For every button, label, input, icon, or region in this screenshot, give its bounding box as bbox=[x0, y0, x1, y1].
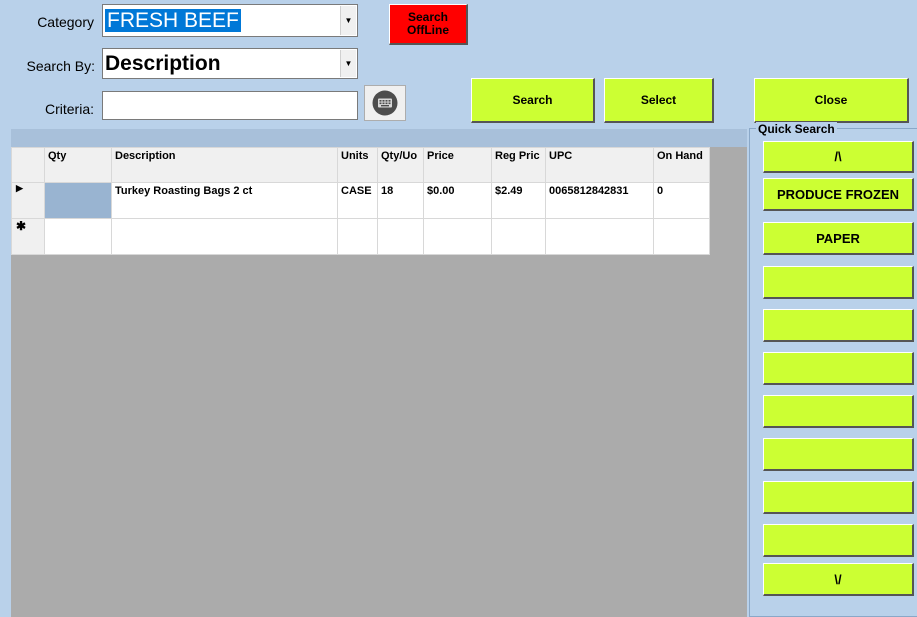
new-row-cell[interactable] bbox=[423, 218, 492, 255]
quick-search-button-empty[interactable] bbox=[763, 352, 914, 385]
column-header-upc[interactable]: UPC bbox=[545, 147, 654, 183]
new-row-cell[interactable] bbox=[44, 218, 112, 255]
quick-search-button-produce-frozen[interactable]: PRODUCE FROZEN bbox=[763, 178, 914, 211]
qty-cell[interactable] bbox=[44, 182, 112, 219]
new-row-cell[interactable] bbox=[491, 218, 546, 255]
reg-price-cell[interactable]: $2.49 bbox=[491, 182, 546, 219]
search-by-value: Description bbox=[105, 51, 221, 75]
column-header-price[interactable]: Price bbox=[423, 147, 492, 183]
column-header-on-hand[interactable]: On Hand bbox=[653, 147, 710, 183]
close-button[interactable]: Close bbox=[754, 78, 909, 123]
column-header-units[interactable]: Units bbox=[337, 147, 378, 183]
search-by-label: Search By: bbox=[26, 58, 95, 74]
quick-search-button-empty[interactable] bbox=[763, 481, 914, 514]
quick-search-button-empty[interactable] bbox=[763, 266, 914, 299]
criteria-input[interactable] bbox=[102, 91, 358, 120]
category-value: FRESH BEEF bbox=[105, 8, 241, 32]
results-grid[interactable]: Qty Description Units Qty/Uo Price Reg P… bbox=[11, 129, 747, 617]
category-dropdown[interactable]: FRESH BEEF ▼ bbox=[102, 4, 358, 37]
chevron-down-icon[interactable]: ▼ bbox=[340, 6, 356, 35]
price-cell[interactable]: $0.00 bbox=[423, 182, 492, 219]
upc-cell[interactable]: 0065812842831 bbox=[545, 182, 654, 219]
row-header-corner bbox=[11, 147, 45, 183]
new-row-cell[interactable] bbox=[111, 218, 338, 255]
quick-search-down-button[interactable]: \/ bbox=[763, 563, 914, 596]
quick-search-up-button[interactable]: /\ bbox=[763, 141, 914, 173]
new-row-indicator-icon[interactable]: ✱ bbox=[11, 218, 45, 255]
select-button[interactable]: Select bbox=[604, 78, 714, 123]
results-table[interactable]: Qty Description Units Qty/Uo Price Reg P… bbox=[11, 147, 710, 255]
new-row-cell[interactable] bbox=[653, 218, 710, 255]
quick-search-button-paper[interactable]: PAPER bbox=[763, 222, 914, 255]
table-row[interactable]: ▶ Turkey Roasting Bags 2 ct CASE 18 $0.0… bbox=[11, 182, 710, 219]
column-header-reg-price[interactable]: Reg Pric bbox=[491, 147, 546, 183]
current-row-indicator-icon[interactable]: ▶ bbox=[11, 182, 45, 219]
criteria-label: Criteria: bbox=[44, 101, 94, 117]
column-header-qty-uom[interactable]: Qty/Uo bbox=[377, 147, 424, 183]
quick-search-button-empty[interactable] bbox=[763, 438, 914, 471]
quick-search-button-empty[interactable] bbox=[763, 309, 914, 342]
qty-uom-cell[interactable]: 18 bbox=[377, 182, 424, 219]
new-row[interactable]: ✱ bbox=[11, 218, 710, 255]
search-button[interactable]: Search bbox=[471, 78, 595, 123]
quick-search-button-empty[interactable] bbox=[763, 395, 914, 428]
grid-top-bar bbox=[11, 129, 747, 147]
units-cell[interactable]: CASE bbox=[337, 182, 378, 219]
new-row-cell[interactable] bbox=[545, 218, 654, 255]
search-by-dropdown[interactable]: Description ▼ bbox=[102, 48, 358, 79]
on-hand-cell[interactable]: 0 bbox=[653, 182, 710, 219]
category-label: Category bbox=[37, 14, 94, 30]
table-header-row: Qty Description Units Qty/Uo Price Reg P… bbox=[11, 147, 710, 183]
quick-search-button-empty[interactable] bbox=[763, 524, 914, 557]
search-offline-button[interactable]: Search OffLine bbox=[389, 4, 468, 45]
description-cell[interactable]: Turkey Roasting Bags 2 ct bbox=[111, 182, 338, 219]
quick-search-title: Quick Search bbox=[756, 122, 837, 136]
column-header-description[interactable]: Description bbox=[111, 147, 338, 183]
column-header-qty[interactable]: Qty bbox=[44, 147, 112, 183]
chevron-down-icon[interactable]: ▼ bbox=[340, 50, 356, 77]
new-row-cell[interactable] bbox=[337, 218, 378, 255]
new-row-cell[interactable] bbox=[377, 218, 424, 255]
keyboard-icon bbox=[372, 90, 398, 116]
keyboard-button[interactable] bbox=[364, 85, 406, 121]
